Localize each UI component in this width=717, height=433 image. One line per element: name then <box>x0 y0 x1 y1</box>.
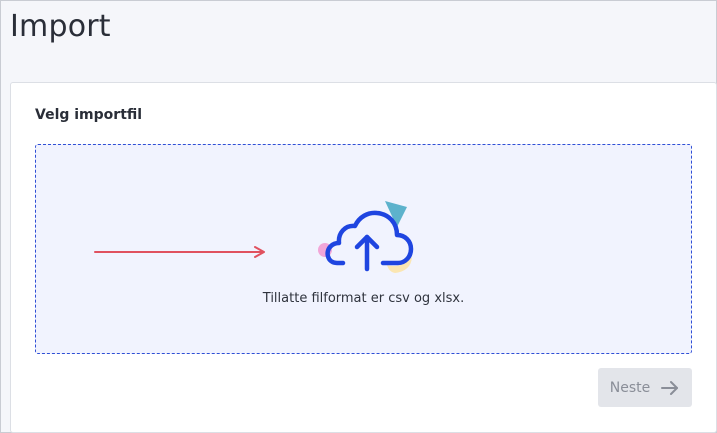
page-title: Import <box>10 9 111 44</box>
import-card: Velg importfil Tillatte filformat er csv <box>10 82 717 433</box>
arrow-right-icon <box>661 380 679 395</box>
window-frame: Import Velg importfil Tillatte filformat… <box>0 0 717 433</box>
next-button[interactable]: Neste <box>598 368 692 407</box>
cloud-upload-icon <box>318 201 414 273</box>
next-button-label: Neste <box>609 379 651 396</box>
arrow-right-icon <box>94 246 265 258</box>
dropzone-hint: Tillatte filformat er csv og xlsx. <box>262 291 465 306</box>
section-heading: Velg importfil <box>35 107 143 123</box>
file-dropzone[interactable]: Tillatte filformat er csv og xlsx. <box>35 144 692 354</box>
